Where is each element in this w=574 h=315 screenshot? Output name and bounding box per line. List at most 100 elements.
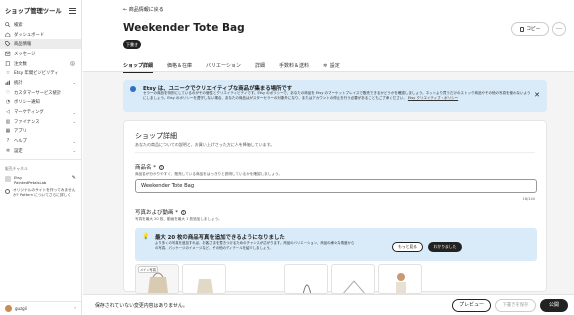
support-icon: ♡ — [5, 89, 11, 96]
tab-details[interactable]: 詳細 — [255, 60, 265, 72]
section-subtitle: あなたの商品についての説明と、お買い上げさった方に人を降価しています。 — [135, 142, 275, 147]
sidebar-item-visibility[interactable]: ☆ Etsy 年間ビジビリティ — [0, 68, 81, 78]
promo-text: オリジナルのサイトを作ってみませんか? Pattern についてさらに詳しく — [13, 188, 76, 199]
channels-heading: 販売チャネル — [5, 165, 28, 171]
channel-etsy[interactable]: Etsy PaintedPetalsLab ✎ — [0, 173, 81, 187]
photo-slot[interactable] — [331, 264, 375, 294]
photo-slot[interactable] — [182, 264, 226, 294]
gear-icon: ✲ — [322, 63, 328, 69]
account-footer[interactable]: guzgli › — [0, 301, 81, 315]
sidebar-item-search[interactable]: 検索 — [0, 20, 81, 30]
close-icon[interactable]: ✕ — [534, 91, 540, 99]
tag-icon — [5, 41, 11, 47]
sidebar-item-orders[interactable]: 注文数 5 — [0, 59, 81, 69]
title-label-text: 商品名 — [135, 165, 152, 171]
model-photo — [396, 273, 406, 293]
menu-icon[interactable] — [69, 7, 76, 14]
copy-label: コピー — [526, 27, 541, 32]
tab-bar: ショップ詳細 価格＆在庫 バリエーション 詳細 手数料＆送料 ✲ 設定 — [123, 60, 354, 73]
bank-icon: ▥ — [5, 118, 11, 125]
sidebar-item-cs-stats[interactable]: ♡ カスタマーサービス統計 — [0, 88, 81, 98]
sidebar-item-finance[interactable]: ▥ ファイナンス ⌄ — [0, 117, 81, 127]
photo-slot-spacer — [229, 264, 281, 294]
sidebar-item-listings[interactable]: 商品情報 — [0, 39, 81, 50]
user-name: guzgli — [15, 306, 27, 311]
photo-slot[interactable] — [378, 264, 422, 294]
tab-settings[interactable]: ✲ 設定 — [323, 60, 340, 72]
sidebar: ショップ管理ツール 検索 ダッシュボード 商品情報 メッセージ 注文数 5 ☆ … — [0, 0, 82, 315]
help-icon[interactable]: ? — [158, 165, 164, 170]
bell-icon: ◔ — [5, 99, 11, 106]
photos-label-text: 写真および動画 — [135, 210, 174, 216]
tab-variations[interactable]: バリエーション — [206, 60, 241, 72]
got-it-button[interactable]: わかりました — [428, 242, 462, 252]
chevron-right-icon: › — [74, 306, 76, 311]
chevron-down-icon: ⌄ — [72, 148, 76, 154]
sidebar-item-marketing[interactable]: ◁ マーケティング ⌄ — [0, 107, 81, 117]
save-draft-button[interactable]: 下書きを保存 — [495, 299, 536, 312]
copy-icon — [519, 26, 525, 32]
receipt-icon — [5, 61, 11, 67]
back-link[interactable]: ← 商品情報に戻る — [123, 6, 164, 13]
sidebar-item-stats[interactable]: 統計 ⌄ — [0, 78, 81, 88]
pattern-promo[interactable]: オリジナルのサイトを作ってみませんか? Pattern についてさらに詳しく — [0, 187, 81, 200]
avatar — [5, 305, 12, 312]
lightbulb-icon: 💡 — [142, 233, 150, 240]
sidebar-item-help[interactable]: ? ヘルプ ⌄ — [0, 136, 81, 146]
sidebar-item-label: カスタマーサービス統計 — [14, 90, 62, 96]
sidebar-nav: 検索 ダッシュボード 商品情報 メッセージ 注文数 5 ☆ Etsy 年間ビジビ… — [0, 17, 81, 156]
tab-price-inventory[interactable]: 価格＆在庫 — [167, 60, 192, 72]
gear-icon: ✲ — [5, 147, 11, 154]
sidebar-item-label: 統計 — [14, 80, 23, 86]
promo-link[interactable]: Pattern についてさらに詳しく — [20, 193, 71, 197]
title-input[interactable]: Weekender Tote Bag — [135, 179, 537, 193]
help-icon[interactable]: ? — [180, 210, 186, 215]
shop-thumbnail — [5, 175, 11, 182]
sidebar-item-label: 注文数 — [14, 61, 27, 67]
learn-more-button[interactable]: もっと見る — [392, 242, 423, 252]
publish-button[interactable]: 公開 — [540, 299, 568, 312]
status-badge: 下書き — [123, 40, 141, 49]
sidebar-item-apps[interactable]: ▦ アプリ — [0, 127, 81, 137]
tab-settings-label: 設定 — [329, 63, 340, 69]
tab-fees-shipping[interactable]: 手数料＆送料 — [279, 60, 309, 72]
photo-grid: メイン写真 — [135, 264, 422, 294]
page-title: Weekender Tote Bag — [123, 22, 245, 34]
chart-icon — [5, 80, 11, 86]
apps-icon: ▦ — [5, 128, 11, 135]
home-icon — [5, 32, 11, 38]
sidebar-item-label: 設定 — [14, 148, 23, 154]
sidebar-item-label: Etsy 年間ビジビリティ — [14, 71, 59, 77]
notice-title: 最大 20 枚の商品写真を追加できるようになりました — [155, 235, 285, 241]
strap-photo — [302, 284, 312, 293]
star-icon: ☆ — [5, 70, 11, 77]
main-area: ← 商品情報に戻る Weekender Tote Bag 下書き コピー … シ… — [83, 0, 574, 315]
photo-slot[interactable] — [284, 264, 328, 294]
preview-button[interactable]: プレビュー — [452, 299, 491, 312]
shop-name: PaintedPetalsLab — [14, 179, 47, 185]
copy-button[interactable]: コピー — [511, 22, 549, 36]
main-photo-badge: メイン写真 — [138, 266, 158, 273]
tab-shop-details[interactable]: ショップ詳細 — [123, 60, 154, 73]
edit-icon[interactable]: ✎ — [72, 175, 76, 181]
sidebar-item-label: 商品情報 — [14, 42, 32, 48]
divider — [0, 158, 81, 160]
photo-limit-notice: 💡 最大 20 枚の商品写真を追加できるようになりました より多くの写真を追加す… — [135, 228, 537, 261]
banner-text: セラーの商品を特別にしているのがその個性とクリエイティビティです。Etsy のポ… — [143, 91, 531, 100]
sidebar-item-label: マーケティング — [14, 110, 44, 116]
orders-count-badge: 5 — [70, 61, 75, 67]
main-photo-slot[interactable]: メイン写真 — [135, 264, 179, 294]
save-status: 保存されていない変更内容はありません。 — [95, 303, 188, 309]
sidebar-item-dashboard[interactable]: ダッシュボード — [0, 30, 81, 40]
sidebar-item-messages[interactable]: メッセージ — [0, 49, 81, 59]
chevron-down-icon: ⌄ — [72, 109, 76, 115]
sidebar-item-settings[interactable]: ✲ 設定 ⌄ — [0, 146, 81, 156]
search-icon — [5, 22, 11, 28]
sidebar-item-policy[interactable]: ◔ ボリシー通知 — [0, 98, 81, 108]
title-help-text: 商品名が分かりやすく、販売している商品をはっきりと説明しているかを確認しましょう… — [135, 172, 282, 176]
sidebar-item-label: アプリ — [14, 129, 27, 135]
sidebar-item-label: ダッシュボード — [14, 32, 45, 38]
policy-banner: Etsy は、ユニークでクリエイティブな商品が集まる場所です セラーの商品を特別… — [123, 80, 547, 112]
more-options-button[interactable]: … — [552, 22, 566, 36]
policy-link[interactable]: Etsy クリエイティブ・ポリシー — [408, 96, 458, 100]
